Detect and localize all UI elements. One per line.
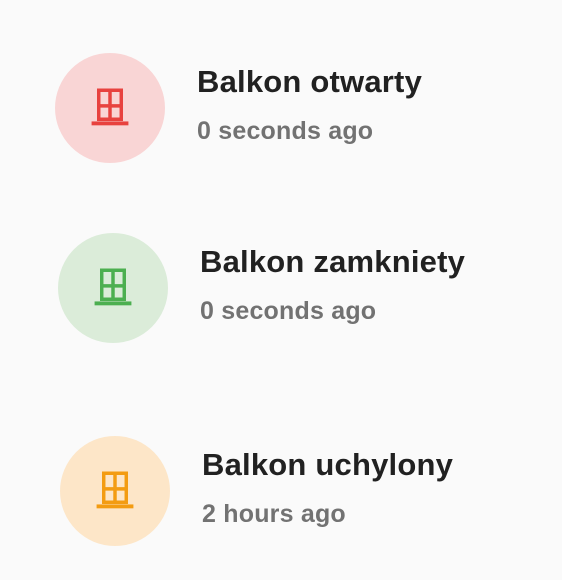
status-badge	[58, 233, 168, 343]
status-badge	[60, 436, 170, 546]
window-icon	[91, 88, 129, 126]
window-icon	[96, 471, 134, 509]
list-item[interactable]: Balkon uchylony 2 hours ago	[0, 431, 562, 551]
list-item[interactable]: Balkon zamkniety 0 seconds ago	[0, 228, 562, 348]
entity-name: Balkon uchylony	[202, 447, 454, 482]
entity-name: Balkon otwarty	[197, 64, 423, 99]
entity-name: Balkon zamkniety	[200, 244, 466, 279]
last-changed: 2 hours ago	[202, 500, 346, 528]
status-badge	[55, 53, 165, 163]
list-item[interactable]: Balkon otwarty 0 seconds ago	[0, 48, 562, 168]
window-icon	[94, 268, 132, 306]
last-changed: 0 seconds ago	[197, 117, 374, 145]
last-changed: 0 seconds ago	[200, 297, 377, 325]
